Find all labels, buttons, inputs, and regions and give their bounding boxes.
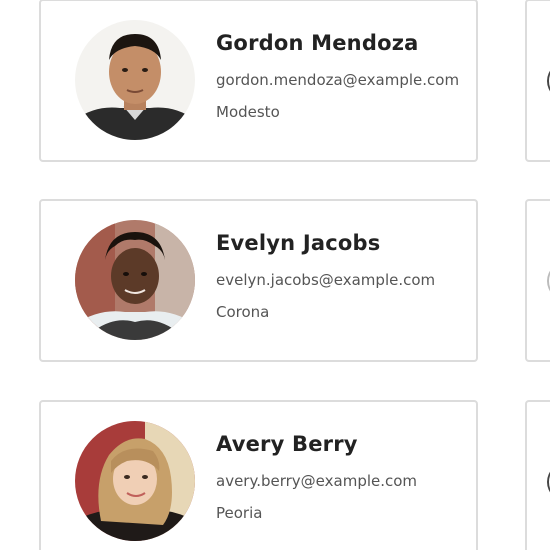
avatar [75, 421, 195, 541]
contact-city: Corona [216, 303, 270, 321]
avatar-photo-icon [75, 220, 195, 340]
contact-card[interactable]: Evelyn Jacobs evelyn.jacobs@example.com … [39, 199, 478, 362]
contact-name: Avery Berry [216, 432, 358, 456]
contact-card[interactable]: Avery Berry avery.berry@example.com Peor… [39, 400, 478, 550]
contact-email[interactable]: evelyn.jacobs@example.com [216, 271, 466, 289]
avatar-photo-icon [75, 20, 195, 140]
contact-name: Evelyn Jacobs [216, 231, 381, 255]
avatar [75, 220, 195, 340]
contact-grid: Gordon Mendoza gordon.mendoza@example.co… [0, 0, 550, 550]
contact-card[interactable]: Gordon Mendoza gordon.mendoza@example.co… [39, 0, 478, 162]
contact-card-partial[interactable] [525, 199, 550, 362]
contact-card-partial[interactable] [525, 400, 550, 550]
contact-email[interactable]: avery.berry@example.com [216, 472, 466, 490]
contact-email[interactable]: gordon.mendoza@example.com [216, 71, 466, 89]
contact-city: Peoria [216, 504, 263, 522]
avatar [75, 20, 195, 140]
contact-city: Modesto [216, 103, 280, 121]
avatar-photo-icon [75, 421, 195, 541]
contact-card-partial[interactable] [525, 0, 550, 162]
contact-name: Gordon Mendoza [216, 31, 419, 55]
